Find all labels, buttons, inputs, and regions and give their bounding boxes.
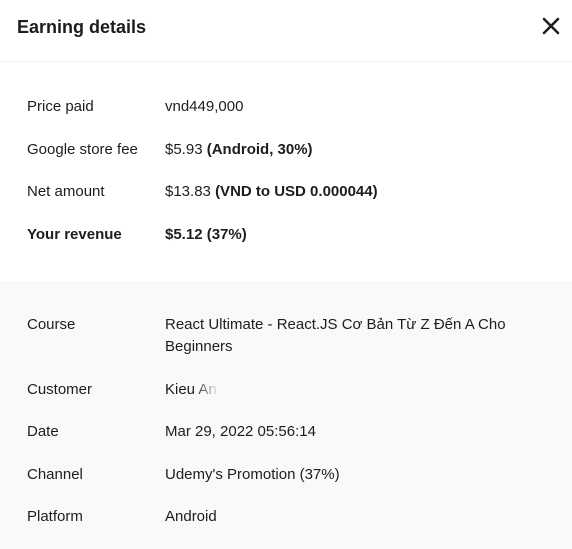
net-amount-value-group: $13.83 (VND to USD 0.000044)	[165, 181, 545, 203]
close-icon	[542, 17, 560, 35]
net-amount-label: Net amount	[27, 183, 105, 200]
channel-label: Channel	[27, 466, 83, 483]
dialog-header: Earning details	[0, 0, 572, 62]
date-label: Date	[27, 423, 59, 440]
platform-value: Android	[165, 508, 217, 525]
customer-value-wrap: Kieu An	[165, 379, 217, 401]
course-label: Course	[27, 316, 76, 333]
channel-value: Udemy's Promotion (37%)	[165, 466, 340, 483]
close-button[interactable]	[540, 15, 562, 37]
store-fee-value: $5.93	[165, 141, 203, 158]
date-value: Mar 29, 2022 05:56:14	[165, 423, 316, 440]
customer-value: Kieu An	[165, 381, 217, 398]
dialog-title: Earning details	[17, 17, 147, 37]
revenue-value: $5.12 (37%)	[165, 226, 247, 243]
store-fee-note: (Android, 30%)	[206, 141, 313, 158]
course-value: React Ultimate - React.JS Cơ Bản Từ Z Đế…	[165, 316, 506, 355]
store-fee-label: Google store fee	[27, 141, 138, 158]
store-fee-value-group: $5.93 (Android, 30%)	[165, 139, 545, 161]
customer-label: Customer	[27, 381, 93, 398]
price-paid-label: Price paid	[27, 98, 94, 115]
price-paid-value: vnd449,000	[165, 98, 244, 115]
revenue-label: Your revenue	[27, 226, 122, 243]
details-section: Course React Ultimate - React.JS Cơ Bản …	[0, 281, 572, 549]
net-amount-note: (VND to USD 0.000044)	[215, 183, 378, 200]
platform-label: Platform	[27, 508, 83, 525]
earning-details-dialog: Earning details Price paid vnd449,000 Go…	[0, 0, 572, 549]
earnings-section: Price paid vnd449,000 Google store fee $…	[0, 62, 572, 281]
net-amount-value: $13.83	[165, 183, 211, 200]
